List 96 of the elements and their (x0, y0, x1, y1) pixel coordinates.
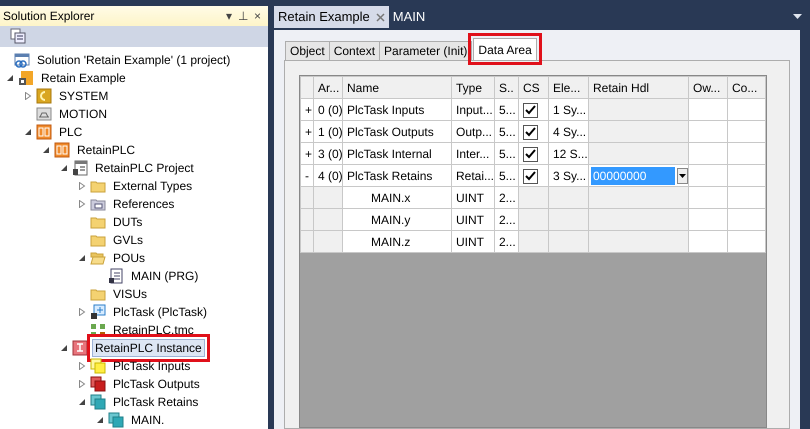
document-tab[interactable]: Retain Example (274, 6, 389, 28)
tree-item[interactable]: GVLs (110, 231, 146, 249)
tree-item[interactable]: PlcTask (PlcTask) (110, 303, 210, 321)
collapsed-arrow-icon[interactable] (78, 362, 86, 370)
close-button[interactable]: × (250, 10, 264, 22)
tree-item[interactable]: VISUs (110, 285, 150, 303)
dropdown-button[interactable]: ▾ (222, 10, 235, 22)
expander-button[interactable]: + (300, 142, 314, 164)
checkbox[interactable] (523, 168, 538, 184)
solution-icon (14, 52, 30, 68)
table-cell: MAIN.y (342, 208, 452, 230)
expanded-arrow-icon[interactable] (96, 416, 104, 424)
expander-button[interactable]: + (300, 98, 314, 120)
collapsed-arrow-icon[interactable] (78, 308, 86, 316)
table-cell: UINT (452, 230, 494, 252)
table-cell: PlcTask Inputs (342, 98, 452, 120)
tree-item[interactable]: PLC (56, 123, 86, 141)
pin-button[interactable]: ⊥ (234, 10, 251, 22)
task-icon (90, 304, 106, 320)
tree-item[interactable]: RetainPLC (74, 141, 138, 159)
table-cell: MAIN.z (342, 230, 452, 252)
column-header: S.. (494, 76, 518, 98)
expanded-arrow-icon[interactable] (6, 74, 14, 82)
retain-image-icon (108, 412, 124, 428)
tree-item[interactable]: DUTs (110, 213, 146, 231)
instance-icon (72, 340, 88, 356)
plc-icon (54, 142, 70, 158)
expanded-arrow-icon[interactable] (24, 128, 32, 136)
output-image-icon (90, 376, 106, 392)
table-cell: 5... (494, 98, 518, 120)
retain-image-icon (90, 394, 106, 410)
panel-title: Solution Explorer (3, 8, 96, 25)
collapsed-arrow-icon[interactable] (78, 182, 86, 190)
motion-icon (36, 106, 52, 122)
tree-item[interactable]: External Types (110, 177, 196, 195)
tree-item[interactable]: POUs (110, 249, 148, 267)
expanded-arrow-icon[interactable] (78, 254, 86, 262)
table-cell: 5... (494, 120, 518, 142)
tab[interactable]: Object (285, 41, 330, 60)
table-cell: PlcTask Retains (342, 164, 452, 186)
tab[interactable]: Parameter (Init) (379, 41, 472, 60)
column-header: Co... (728, 76, 766, 98)
checkbox[interactable] (523, 146, 538, 162)
table-cell: PlcTask Internal (342, 142, 452, 164)
open-folder-icon (90, 250, 106, 266)
column-header: Retain Hdl (588, 76, 688, 98)
tab[interactable]: Context (328, 41, 380, 60)
tree-item[interactable]: MAIN (PRG) (128, 267, 202, 285)
input-image-icon (90, 358, 106, 374)
tree-item[interactable]: PlcTask Retains (110, 393, 202, 411)
column-header: Ow... (688, 76, 728, 98)
expanded-arrow-icon[interactable] (60, 344, 68, 352)
close-icon[interactable] (376, 12, 385, 22)
checkbox[interactable] (523, 124, 538, 140)
column-header: Type (452, 76, 494, 98)
table-cell: 5... (494, 164, 518, 186)
table-cell: Inter... (452, 142, 494, 164)
expanded-arrow-icon[interactable] (60, 164, 68, 172)
document-icon (108, 268, 124, 284)
tree-item[interactable]: PlcTask Outputs (110, 375, 203, 393)
tree-item[interactable]: RetainPLC.tmc (110, 321, 197, 339)
table-cell: Outp... (452, 120, 494, 142)
table-cell: 5... (494, 142, 518, 164)
plc-project-icon (72, 160, 88, 176)
dropdown-arrow-icon[interactable] (793, 14, 802, 20)
tree-item[interactable]: Retain Example (38, 69, 129, 87)
table-cell: Input... (452, 98, 494, 120)
collapsed-arrow-icon[interactable] (78, 380, 86, 388)
properties-icon[interactable] (10, 28, 26, 44)
plc-icon (36, 124, 52, 140)
collapsed-arrow-icon[interactable] (24, 92, 32, 100)
table-cell: MAIN.x (342, 186, 452, 208)
collapsed-arrow-icon[interactable] (78, 200, 86, 208)
tree-item[interactable]: Solution 'Retain Example' (1 project) (34, 51, 234, 69)
tree-item[interactable]: PlcTask Inputs (110, 357, 194, 375)
table-cell: PlcTask Outputs (342, 120, 452, 142)
table-cell: UINT (452, 208, 494, 230)
table-cell: Retai... (452, 164, 494, 186)
column-header: Name (342, 76, 452, 98)
column-header: Ar... (314, 76, 342, 98)
expanded-arrow-icon[interactable] (42, 146, 50, 154)
tree-item[interactable]: References (110, 195, 178, 213)
tree-item[interactable]: MOTION (56, 105, 110, 123)
table-cell: UINT (452, 186, 494, 208)
column-header: CS (518, 76, 548, 98)
expanded-arrow-icon[interactable] (78, 398, 86, 406)
expander-button[interactable]: + (300, 120, 314, 142)
header-cell (300, 76, 314, 98)
tree-item[interactable]: MAIN. (128, 411, 168, 429)
system-icon (36, 88, 52, 104)
tree-item[interactable]: RetainPLC Project (92, 159, 197, 177)
checkbox[interactable] (523, 102, 538, 118)
column-header: Ele... (548, 76, 588, 98)
tree-item[interactable]: SYSTEM (56, 87, 112, 105)
document-tab[interactable]: MAIN (388, 6, 430, 28)
project-icon (18, 70, 34, 86)
